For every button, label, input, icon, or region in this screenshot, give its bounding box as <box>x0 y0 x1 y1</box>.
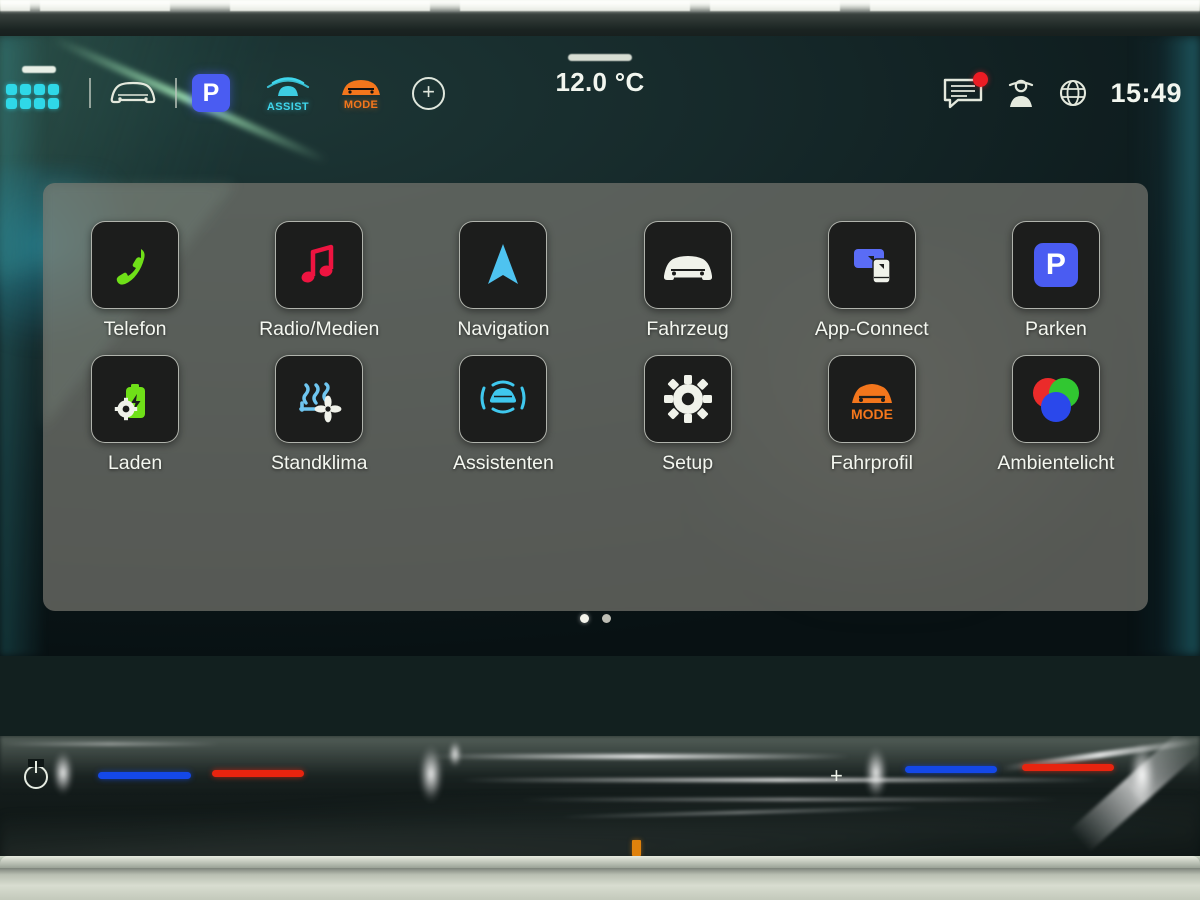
message-bubble-icon[interactable] <box>942 72 989 110</box>
svg-text:MODE: MODE <box>851 406 893 422</box>
app-label: Assistenten <box>453 452 554 474</box>
app-tile-navigation[interactable]: Navigation <box>411 213 595 341</box>
app-tile-bg <box>275 355 364 443</box>
app-tile-app-connect[interactable]: App-Connect <box>780 213 964 341</box>
app-tile-bg <box>827 221 916 309</box>
mode-label: MODE <box>343 99 379 111</box>
app-label: Parken <box>1025 318 1087 340</box>
app-label: Laden <box>107 452 163 474</box>
driving-mode-icon: MODE <box>851 384 893 422</box>
app-tile-ambientelicht[interactable]: Ambientelicht <box>964 347 1148 475</box>
divider <box>89 78 91 108</box>
app-label: Setup <box>662 452 714 474</box>
app-tile-fahrprofil[interactable]: MODE Fahrprofil <box>780 347 964 475</box>
app-menu-panel: Telefon Radio/Medien Navigation Fahrzeug… <box>43 183 1148 623</box>
app-tile-bg <box>643 355 732 443</box>
app-tile-assistenten[interactable]: Assistenten <box>411 347 595 475</box>
app-label: Ambientelicht <box>997 452 1115 474</box>
parking-p-icon: P <box>1033 243 1078 287</box>
app-tile-laden[interactable]: Laden <box>43 347 227 475</box>
temperature-value: 12.0 °C <box>555 67 645 97</box>
car-front-icon[interactable] <box>106 76 160 110</box>
assist-icon[interactable]: ASSIST <box>264 74 312 113</box>
driver-temp-cool-slider[interactable] <box>98 772 191 779</box>
app-tile-bg <box>1011 355 1100 443</box>
app-label: Fahrzeug <box>646 318 729 340</box>
park-indicator[interactable]: P <box>192 74 230 112</box>
page-dot-1[interactable] <box>580 614 589 623</box>
app-tile-telefon[interactable]: Telefon <box>43 213 227 341</box>
app-label: Standklima <box>271 452 368 474</box>
app-tile-radio-medien[interactable]: Radio/Medien <box>227 213 411 341</box>
status-handle[interactable] <box>568 54 632 61</box>
clock: 15:49 <box>1110 77 1182 108</box>
phone-handset-icon <box>116 249 145 285</box>
car-sensor-assist-icon <box>480 380 526 414</box>
gear-icon <box>663 375 712 423</box>
app-label: Navigation <box>457 318 550 340</box>
app-label: Fahrprofil <box>830 452 913 474</box>
panel-bottom-bezel <box>0 856 1200 900</box>
app-tile-bg <box>459 221 548 309</box>
app-tile-bg <box>275 221 364 309</box>
app-tile-parken[interactable]: P Parken <box>964 213 1148 341</box>
app-tile-bg: MODE <box>827 355 916 443</box>
notification-badge <box>973 72 989 87</box>
climate-fan-heat-icon <box>299 382 342 423</box>
car-front-icon <box>663 256 712 280</box>
app-tile-bg <box>91 355 180 443</box>
passenger-temp-cool-slider[interactable] <box>905 766 997 773</box>
app-tile-bg: P <box>1011 221 1100 309</box>
power-button-icon[interactable] <box>24 759 48 789</box>
app-tile-standklima[interactable]: Standklima <box>227 347 411 475</box>
app-tile-setup[interactable]: Setup <box>596 347 780 475</box>
phone-screen-mirror-icon <box>853 249 891 284</box>
color-wheel-icon <box>1032 378 1079 422</box>
page-indicator <box>43 614 1148 623</box>
passenger-temp-warm-slider[interactable] <box>1022 764 1114 771</box>
app-grid-icon[interactable] <box>6 66 60 116</box>
screen-edge-glow-left <box>0 36 46 656</box>
plus-icon[interactable]: + <box>830 763 843 789</box>
park-label: P <box>202 78 220 107</box>
add-shortcut-button[interactable]: + <box>412 76 445 110</box>
driving-mode-icon[interactable]: MODE <box>338 75 384 111</box>
driver-temp-warm-slider[interactable] <box>212 770 304 777</box>
navigation-arrow-icon <box>488 244 519 284</box>
app-tile-fahrzeug[interactable]: Fahrzeug <box>596 213 780 341</box>
app-label: Telefon <box>103 318 167 340</box>
user-profile-icon[interactable] <box>1006 76 1036 110</box>
globe-icon[interactable] <box>1058 78 1088 108</box>
dashboard-photo: P ASSIST MODE + 12.0 °C 15:49 Telefon Ra… <box>0 0 1200 900</box>
app-tile-bg <box>643 221 732 309</box>
app-tile-bg <box>459 355 548 443</box>
page-dot-2[interactable] <box>602 614 611 623</box>
infotainment-screen: P ASSIST MODE + 12.0 °C 15:49 Telefon Ra… <box>0 36 1200 656</box>
status-bar: P ASSIST MODE + 12.0 °C 15:49 <box>0 54 1200 126</box>
music-note-icon <box>301 244 334 283</box>
panel-indicator-light <box>632 840 641 856</box>
app-label: App-Connect <box>814 318 929 340</box>
app-grid: Telefon Radio/Medien Navigation Fahrzeug… <box>43 213 1148 475</box>
battery-charge-gear-icon <box>114 384 146 421</box>
app-label: Radio/Medien <box>259 318 380 340</box>
app-tile-bg <box>91 221 180 309</box>
divider <box>175 78 177 108</box>
assist-label: ASSIST <box>266 100 310 113</box>
